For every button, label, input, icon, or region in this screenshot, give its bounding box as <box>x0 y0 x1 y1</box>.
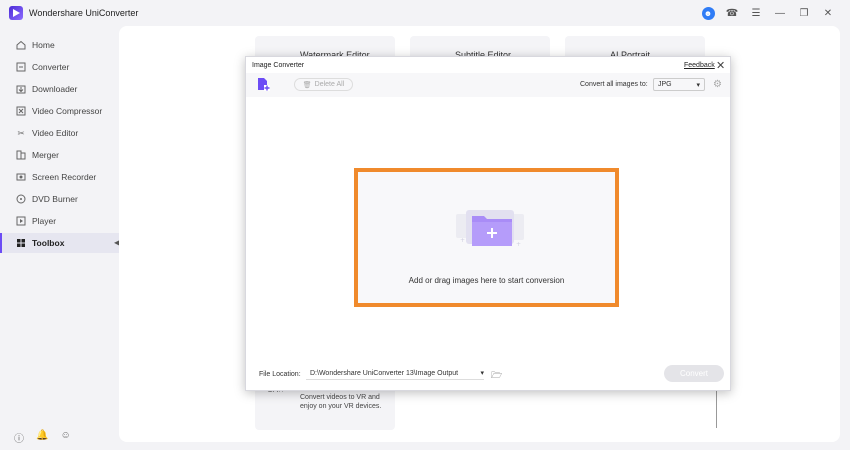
play-icon <box>16 216 26 226</box>
menu-icon[interactable]: ☰ <box>748 5 764 21</box>
sidebar-item-video-editor[interactable]: ✂ Video Editor <box>0 123 119 143</box>
grid-icon <box>16 238 26 248</box>
trash-icon: 🗑 <box>302 81 312 89</box>
account-icon[interactable]: ☻ <box>700 5 716 21</box>
downloader-icon <box>16 84 26 94</box>
scroll-divider <box>716 390 717 428</box>
sidebar-item-screen-recorder[interactable]: Screen Recorder <box>0 167 119 187</box>
svg-text:+: + <box>516 241 521 248</box>
app-title: Wondershare UniConverter <box>29 8 139 18</box>
open-folder-icon[interactable]: 🗁 <box>491 368 502 384</box>
file-location-label: File Location: <box>259 371 301 378</box>
dropdown-arrow-icon: ▾ <box>696 81 700 89</box>
sidebar-item-home[interactable]: Home <box>0 35 119 55</box>
settings-icon[interactable]: ⚙ <box>713 79 722 90</box>
window-controls: ☻ ☎ ☰ — ❐ ✕ <box>700 5 836 21</box>
delete-all-label: Delete All <box>314 81 345 88</box>
sidebar-item-label: Converter <box>32 62 70 72</box>
sidebar-item-label: Screen Recorder <box>32 172 97 182</box>
scissors-icon: ✂ <box>17 127 25 138</box>
sidebar-item-label: Toolbox <box>32 238 65 248</box>
image-converter-dialog: Image Converter Feedback ✕ 🗑 Delete All … <box>245 56 731 391</box>
sidebar-item-merger[interactable]: Merger <box>0 145 119 165</box>
sidebar-item-downloader[interactable]: Downloader <box>0 79 119 99</box>
minimize-icon[interactable]: — <box>772 5 788 21</box>
sidebar-item-label: Downloader <box>32 84 78 94</box>
delete-all-button[interactable]: 🗑 Delete All <box>294 78 353 91</box>
dialog-footer: File Location: D:\Wondershare UniConvert… <box>246 356 730 390</box>
dropdown-arrow-icon: ▾ <box>480 370 484 377</box>
merger-icon <box>16 150 26 160</box>
output-format-select[interactable]: JPG ▾ <box>653 78 705 91</box>
support-icon[interactable]: ☎ <box>724 5 740 21</box>
dialog-title: Image Converter <box>252 62 305 69</box>
maximize-icon[interactable]: ❐ <box>796 5 812 21</box>
home-icon <box>16 40 26 50</box>
sidebar-bottom-icons: ⓘ 🔔 ☺ <box>14 430 71 445</box>
svg-text:+: + <box>460 237 465 244</box>
sidebar: Home Converter Downloader Video Compress… <box>0 26 119 450</box>
converter-icon <box>16 62 26 72</box>
convert-button[interactable]: Convert <box>664 365 724 382</box>
add-image-icon[interactable] <box>257 77 270 91</box>
sidebar-item-label: Player <box>32 216 57 226</box>
convert-all-label: Convert all images to: <box>580 81 648 88</box>
image-drop-zone[interactable]: + + Add or drag images here to start con… <box>354 168 619 307</box>
chat-icon[interactable]: ☺ <box>60 430 70 445</box>
record-icon <box>16 172 26 182</box>
format-value: JPG <box>658 81 672 88</box>
sidebar-item-converter[interactable]: Converter <box>0 57 119 77</box>
drop-instruction: Add or drag images here to start convers… <box>408 276 565 285</box>
sidebar-item-label: Video Compressor <box>32 106 103 116</box>
vr-description-1: Convert videos to VR and <box>300 394 380 401</box>
feedback-link[interactable]: Feedback <box>684 62 715 69</box>
sidebar-item-label: Home <box>32 40 55 50</box>
file-location-value: D:\Wondershare UniConverter 13\Image Out… <box>310 369 459 377</box>
sidebar-item-player[interactable]: Player <box>0 211 119 231</box>
disc-icon <box>16 194 26 204</box>
sidebar-item-dvd-burner[interactable]: DVD Burner <box>0 189 119 209</box>
sidebar-item-toolbox[interactable]: Toolbox <box>0 233 119 253</box>
sidebar-item-label: Video Editor <box>32 128 79 138</box>
close-icon[interactable]: ✕ <box>820 5 836 21</box>
sidebar-item-label: DVD Burner <box>32 194 78 204</box>
app-logo <box>9 6 23 20</box>
sidebar-item-video-compressor[interactable]: Video Compressor <box>0 101 119 121</box>
close-icon[interactable]: ✕ <box>716 59 725 72</box>
add-folder-icon[interactable]: + + <box>456 208 524 248</box>
title-bar: Wondershare UniConverter ☻ ☎ ☰ — ❐ ✕ <box>0 0 850 26</box>
sidebar-item-label: Merger <box>32 150 59 160</box>
file-location-select[interactable]: D:\Wondershare UniConverter 13\Image Out… <box>306 367 484 380</box>
compressor-icon <box>16 106 26 116</box>
vr-description-2: enjoy on your VR devices. <box>300 403 382 410</box>
notification-icon[interactable]: 🔔 <box>36 430 48 445</box>
help-icon[interactable]: ⓘ <box>14 430 24 445</box>
